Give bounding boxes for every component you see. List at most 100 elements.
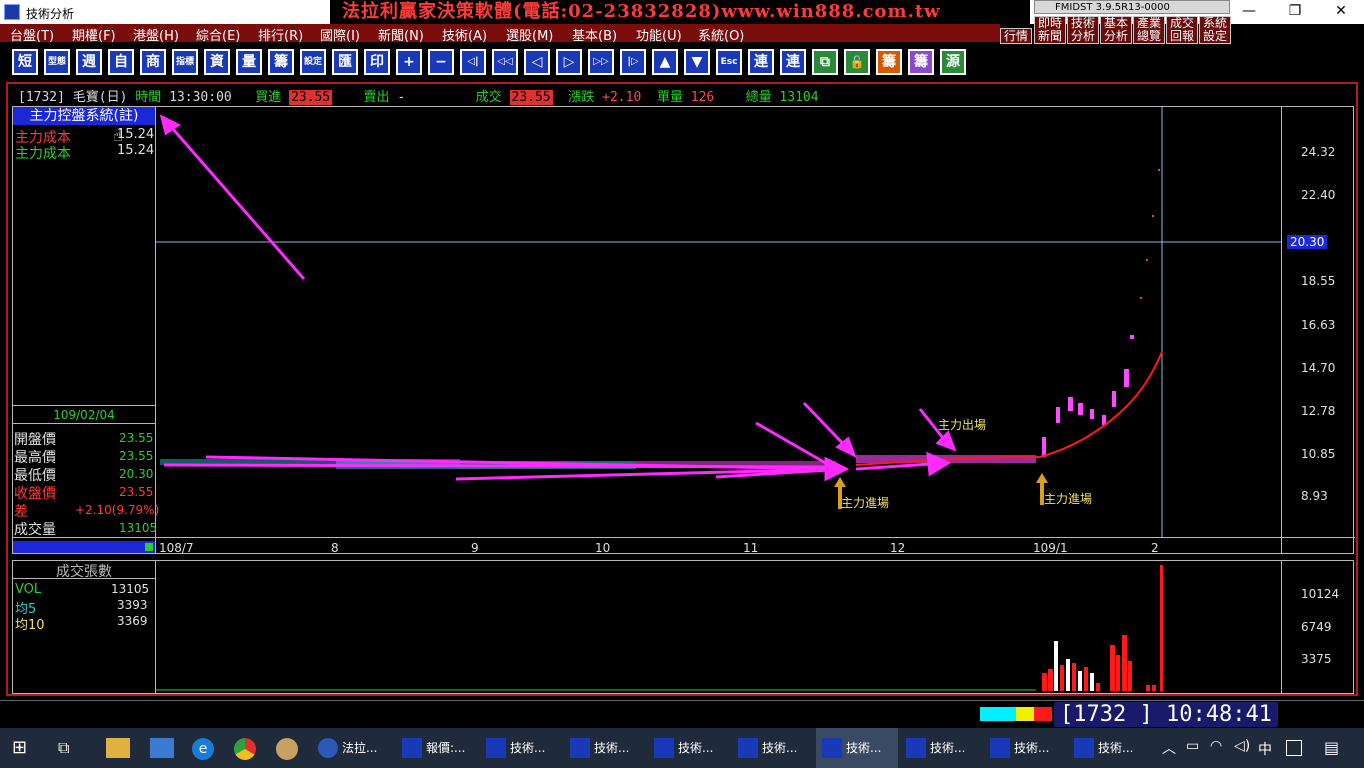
toolbar-up-button[interactable]: ▲ [652,49,678,75]
toolbar-zoom-in-button[interactable]: + [396,49,422,75]
taskbar-app[interactable]: 技術... [984,728,1066,768]
toolbar-export-button[interactable]: 匯 [332,49,358,75]
ohlc-value: 20.30 [119,467,154,481]
toolbar-commodity-button[interactable]: 商 [140,49,166,75]
toolbar-source-button[interactable]: 源 [940,49,966,75]
toolbar-zoom-out-button[interactable]: − [428,49,454,75]
menu-item[interactable]: 技術(A) [442,25,487,44]
scroll-indicator[interactable] [13,541,155,553]
vol-label: VOL [15,582,42,597]
time-value: 13:30:00 [169,90,232,105]
menu-item[interactable]: 國際(I) [320,25,360,44]
ask-value: - [397,90,406,105]
minimize-button[interactable]: — [1226,0,1272,24]
toolbar-link2-button[interactable]: 連 [780,49,806,75]
menu-item[interactable]: 系統(O) [698,25,744,44]
ime-mode-icon[interactable] [1286,740,1302,756]
internet-explorer-icon[interactable]: e [192,738,214,760]
banner-text: 法拉利贏家決策軟體(電話:02-23832828)www.win888.com.… [330,0,1030,24]
tray-chevron-icon[interactable]: ︿ [1162,738,1176,758]
price-chart-panel[interactable]: 主力控盤系統(註) 主力成本 15.24 主力成本 15.24 109/02/0… [12,106,1355,555]
toolbar-print-button[interactable]: 印 [364,49,390,75]
toolbar-short-button[interactable]: 短 [12,49,38,75]
toolbar-next-button[interactable]: ▷ [556,49,582,75]
toolbar-indicator-button[interactable]: 指標 [172,49,198,75]
volume-icon[interactable]: ◁) [1234,738,1250,754]
total-value: 13104 [779,90,819,105]
ime-indicator[interactable]: 中 [1258,739,1272,759]
toolbar-lock-button[interactable]: 🔓 [844,49,870,75]
toolbar-pattern-button[interactable]: 型態 [44,49,70,75]
wifi-icon[interactable]: ◠ [1210,738,1222,754]
taskbar-app[interactable]: 技術... [564,728,646,768]
network-icon[interactable]: ▭ [1186,738,1199,754]
toolbar-last-button[interactable]: |▷ [620,49,646,75]
toolbar-chip-button[interactable]: 籌 [268,49,294,75]
task-label: 報價:... [426,741,466,755]
candlestick-chart[interactable] [156,107,1281,537]
toolbar-link-button[interactable]: 連 [748,49,774,75]
taskbar-app[interactable]: 技術... [1068,728,1150,768]
toolbar-chip-purple-button[interactable]: 籌 [908,49,934,75]
taskbar-app[interactable]: 法拉... [312,728,394,768]
menu-item[interactable]: 選股(M) [506,25,553,44]
x-tick: 109/1 [1033,541,1068,555]
toolbar-rewind-button[interactable]: ◁◁ [492,49,518,75]
paint-icon[interactable] [276,738,298,760]
quick-button-industry[interactable]: 產業 總覽 [1133,16,1165,44]
volume-title: 成交張數 [13,561,155,580]
menu-item[interactable]: 功能(U) [636,25,682,44]
windows-start-icon[interactable]: ⊞ [12,738,32,758]
quick-button-fundamental[interactable]: 基本 分析 [1100,16,1132,44]
price-tick: 14.70 [1301,361,1336,375]
toolbar-settings-button[interactable]: 設定 [300,49,326,75]
toolbar-week-button[interactable]: 週 [76,49,102,75]
vol-tick: 3375 [1301,652,1332,666]
file-explorer-icon[interactable] [106,738,130,758]
toolbar-prev-button[interactable]: ◁ [524,49,550,75]
taskbar-app-active[interactable]: 技術... [816,728,898,768]
chrome-icon[interactable] [234,738,256,760]
quick-button-settings[interactable]: 系統 設定 [1199,16,1231,44]
deal-label: 成交 [475,90,502,105]
task-view-icon[interactable]: ⧉ [58,738,84,758]
x-tick: 9 [471,541,479,555]
toolbar-volume-button[interactable]: 量 [236,49,262,75]
entry-marker-head [1036,473,1048,483]
quick-button-deal-report[interactable]: 成交 回報 [1166,16,1198,44]
scroll-thumb[interactable] [145,543,153,551]
quick-button-technical[interactable]: 技術 分析 [1067,16,1099,44]
quick-button-news[interactable]: 即時 新聞 [1034,16,1066,44]
menu-item[interactable]: 港盤(H) [133,25,179,44]
menu-item[interactable]: 台盤(T) [10,25,54,44]
menu-item[interactable]: 排行(R) [258,25,303,44]
toolbar-forward-button[interactable]: ▷▷ [588,49,614,75]
taskbar-app[interactable]: 技術... [732,728,814,768]
restore-button[interactable]: ❐ [1272,0,1318,24]
toolbar-first-button[interactable]: ◁| [460,49,486,75]
toolbar-custom-button[interactable]: 自 [108,49,134,75]
menu-item[interactable]: 期權(F) [72,25,116,44]
taskbar-app[interactable]: 技術... [900,728,982,768]
toolbar-data-button[interactable]: 資 [204,49,230,75]
close-button[interactable]: ✕ [1318,0,1364,24]
taskbar-app[interactable]: 報價:... [396,728,478,768]
indicator-title[interactable]: 主力控盤系統(註) [13,107,155,125]
quick-button-quote[interactable]: 行情 [1000,28,1032,44]
notification-icon[interactable]: ▤ [1324,738,1339,757]
task-label: 技術... [762,741,798,755]
app-icon[interactable] [150,738,174,758]
menu-item[interactable]: 基本(B) [572,25,617,44]
toolbar-window-button[interactable]: ⧉ [812,49,838,75]
volume-chart-panel[interactable]: 成交張數 VOL 13105 均5 3393 均10 3369 10124 67… [12,560,1354,694]
toolbar-down-button[interactable]: ▼ [684,49,710,75]
quote-row: [1732] 毛寶(日) 時間 13:30:00 買進 23.55 賣出 - 成… [18,86,819,105]
version-label: FMIDST 3.9.5R13-0000 [1034,0,1230,14]
taskbar-app[interactable]: 技術... [480,728,562,768]
toolbar-chip-orange-button[interactable]: 籌 [876,49,902,75]
taskbar-app[interactable]: 技術... [648,728,730,768]
menu-item[interactable]: 新聞(N) [378,25,424,44]
menu-item[interactable]: 綜合(E) [196,25,240,44]
price-tick: 10.85 [1301,447,1336,461]
toolbar-esc-button[interactable]: Esc [716,49,742,75]
